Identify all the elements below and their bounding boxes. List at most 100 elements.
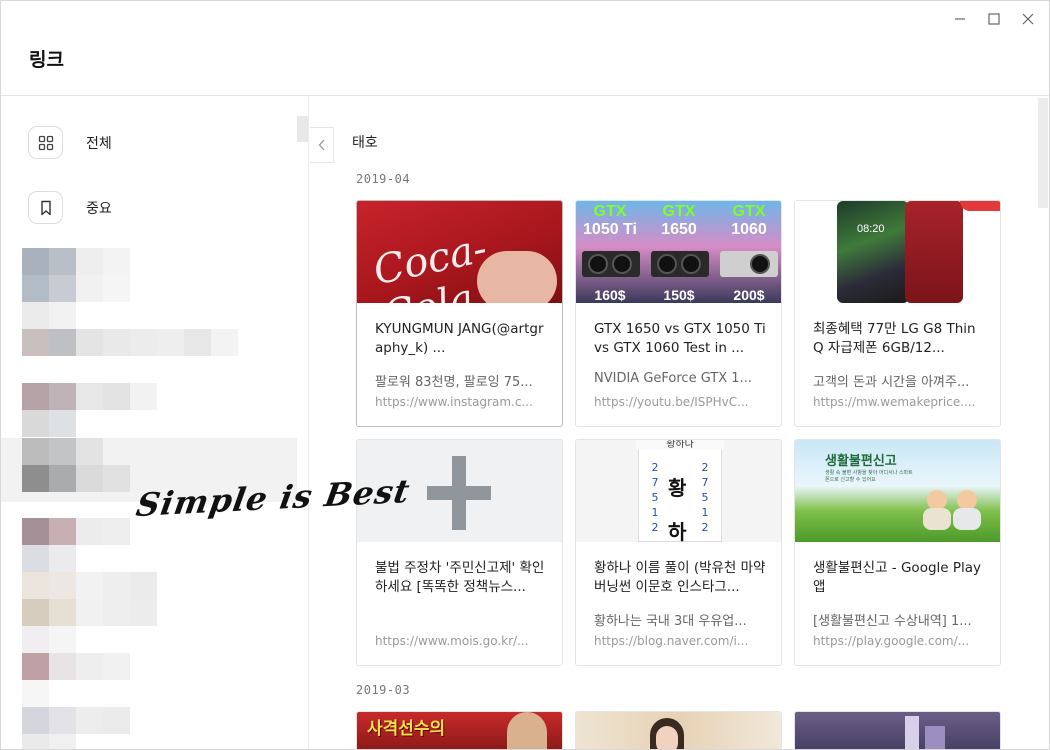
link-title: 불법 주정차 '주민신고제' 확인하세요 [똑똑한 정책뉴스... (375, 560, 545, 595)
blurred-folder-item-selected[interactable] (22, 438, 130, 492)
link-description: 고객의 돈과 시간을 아껴주... (813, 375, 970, 390)
link-card[interactable]: 황하나 27512 27512 황 하 황하나 이름 풀이 (박유천 마약 버닝… (575, 439, 782, 666)
link-url: https://blog.naver.com/i... (594, 634, 749, 648)
link-thumbnail: GTX 1050 Ti GTX 1650 GTX 1060 160$ 150$ … (576, 201, 781, 303)
paper-number-column: 27512 (701, 461, 709, 534)
gpu-image (720, 251, 778, 277)
collapse-sidebar-button[interactable] (310, 127, 334, 163)
gtx-price: 150$ (663, 287, 695, 303)
link-card[interactable] (794, 711, 1001, 749)
gtx-model: 1650 (661, 221, 697, 238)
gtx-model: 1060 (731, 221, 767, 238)
link-url: https://www.instagram.c... (375, 395, 533, 409)
thumbnail-shape (923, 508, 951, 530)
gtx-brand: GTX (662, 203, 696, 220)
link-card[interactable] (575, 711, 782, 749)
phone-front-image: 08:20 (837, 201, 909, 303)
gpu-image (582, 251, 640, 277)
gtx-price: 160$ (594, 287, 626, 303)
gtx-label: GTX 1060 (716, 203, 781, 239)
link-title: 생활불편신고 - Google Play 앱 (813, 560, 982, 595)
link-description: [생활불편신고 수상내역] 1... (813, 614, 972, 629)
link-thumbnail: 08:20 (795, 201, 1000, 303)
blurred-folder-item[interactable] (22, 383, 157, 437)
sidebar-item-all[interactable]: 전체 (28, 126, 112, 159)
thumbnail-shape (953, 508, 981, 530)
phone-time: 08:20 (857, 223, 885, 235)
folder-title: 태호 (352, 135, 378, 151)
paper-big-char: 하 (668, 520, 687, 542)
date-section-label: 2019-03 (356, 683, 411, 697)
link-thumbnail: 사격선수의 (357, 712, 562, 749)
paper-head-text: 황하나 (636, 440, 724, 450)
paper-number-column: 27512 (651, 461, 659, 534)
link-title: KYUNGMUN JANG(@artgraphy_k) ... (375, 321, 544, 356)
link-thumbnail: 생활불편신고 생활 속 불편 사항을 찾아 어디서나 스마트폰으로 신고할 수 … (795, 440, 1000, 542)
link-card[interactable]: 사격선수의 (356, 711, 563, 749)
gtx-brand: GTX (732, 203, 766, 220)
link-url: https://youtu.be/ISPHvC... (594, 395, 749, 409)
link-thumbnail (795, 712, 1000, 749)
link-card[interactable]: 08:20 최종혜택 77만 LG G8 ThinQ 자급제폰 6GB/12..… (794, 200, 1001, 427)
gtx-brand: GTX (593, 203, 627, 220)
window-controls (943, 7, 1045, 31)
gtx-model: 1050 Ti (583, 221, 637, 238)
thumbnail-subtext: 생활 속 불편 사항을 찾아 어디서나 스마트폰으로 신고할 수 있어요 (825, 470, 913, 483)
gpu-image (651, 251, 709, 277)
maximize-icon (988, 13, 1000, 25)
phone-back-image (905, 201, 963, 303)
bookmark-icon-box (28, 191, 63, 224)
link-thumbnail: 황하나 27512 27512 황 하 (576, 440, 781, 542)
sidebar-item-important[interactable]: 중요 (28, 191, 112, 224)
thumbnail-shape (957, 490, 977, 510)
link-description: NVIDIA GeForce GTX 1... (594, 371, 752, 386)
thumbnail-text: 생활불편신고 (825, 454, 897, 469)
date-section-label: 2019-04 (356, 172, 411, 186)
link-card[interactable]: Coca-Cola KYUNGMUN JANG(@artgraphy_k) ..… (356, 200, 563, 427)
gtx-price: 200$ (733, 287, 765, 303)
app-window: 링크 전체 중요 Simple is Best 태호 2019-04 Coca-… (0, 0, 1050, 750)
bookmark-icon (40, 200, 51, 215)
minimize-icon (955, 18, 965, 20)
link-card[interactable]: 생활불편신고 생활 속 불편 사항을 찾아 어디서나 스마트폰으로 신고할 수 … (794, 439, 1001, 666)
link-url: https://www.mois.go.kr/... (375, 634, 529, 648)
title-bar: 링크 (1, 1, 1049, 96)
link-thumbnail (576, 712, 781, 749)
minimize-button[interactable] (943, 7, 977, 31)
paper-big-char: 황 (668, 476, 687, 500)
thumbnail-shape (905, 716, 919, 749)
grid-icon (38, 135, 53, 150)
plus-icon-bar (427, 486, 491, 500)
main-content: 태호 2019-04 Coca-Cola KYUNGMUN JANG(@artg… (310, 96, 1049, 749)
link-url: https://play.google.com/... (813, 634, 970, 648)
link-description: 팔로워 83천명, 팔로잉 75... (375, 375, 533, 390)
link-title: GTX 1650 vs GTX 1050 Ti vs GTX 1060 Test… (594, 321, 766, 356)
link-url: https://mw.wemakeprice.... (813, 395, 976, 409)
sidebar-scrollbar[interactable] (297, 116, 308, 142)
thumbnail-shape (927, 490, 947, 510)
main-scrollbar[interactable] (1038, 98, 1048, 208)
link-title: 황하나 이름 풀이 (박유천 마약 버닝썬 이문호 인스타그... (594, 560, 766, 595)
blurred-folder-item[interactable] (22, 518, 157, 626)
sidebar: 전체 중요 (1, 96, 309, 749)
blurred-folder-item[interactable] (22, 302, 238, 356)
thumbnail-shape (477, 251, 557, 303)
thumbnail-shape (925, 726, 945, 749)
maximize-button[interactable] (977, 7, 1011, 31)
link-thumbnail: Coca-Cola (357, 201, 562, 303)
link-title: 최종혜택 77만 LG G8 ThinQ 자급제폰 6GB/12... (813, 321, 976, 356)
chevron-left-icon (318, 139, 324, 151)
close-button[interactable] (1011, 7, 1045, 31)
grid-icon-box (28, 126, 63, 159)
sidebar-item-label: 중요 (86, 200, 112, 217)
thumbnail-shape (960, 201, 1000, 211)
thumbnail-text: 사격선수의 (367, 719, 446, 739)
blurred-folder-item[interactable] (22, 626, 130, 749)
thumbnail-shape (507, 712, 547, 749)
link-card[interactable]: GTX 1050 Ti GTX 1650 GTX 1060 160$ 150$ … (575, 200, 782, 427)
sidebar-item-label: 전체 (86, 135, 112, 152)
link-description: 황하나는 국내 3대 우유업... (594, 614, 747, 629)
window-title: 링크 (29, 49, 64, 71)
blurred-folder-item[interactable] (22, 248, 130, 302)
close-icon (1022, 13, 1034, 25)
